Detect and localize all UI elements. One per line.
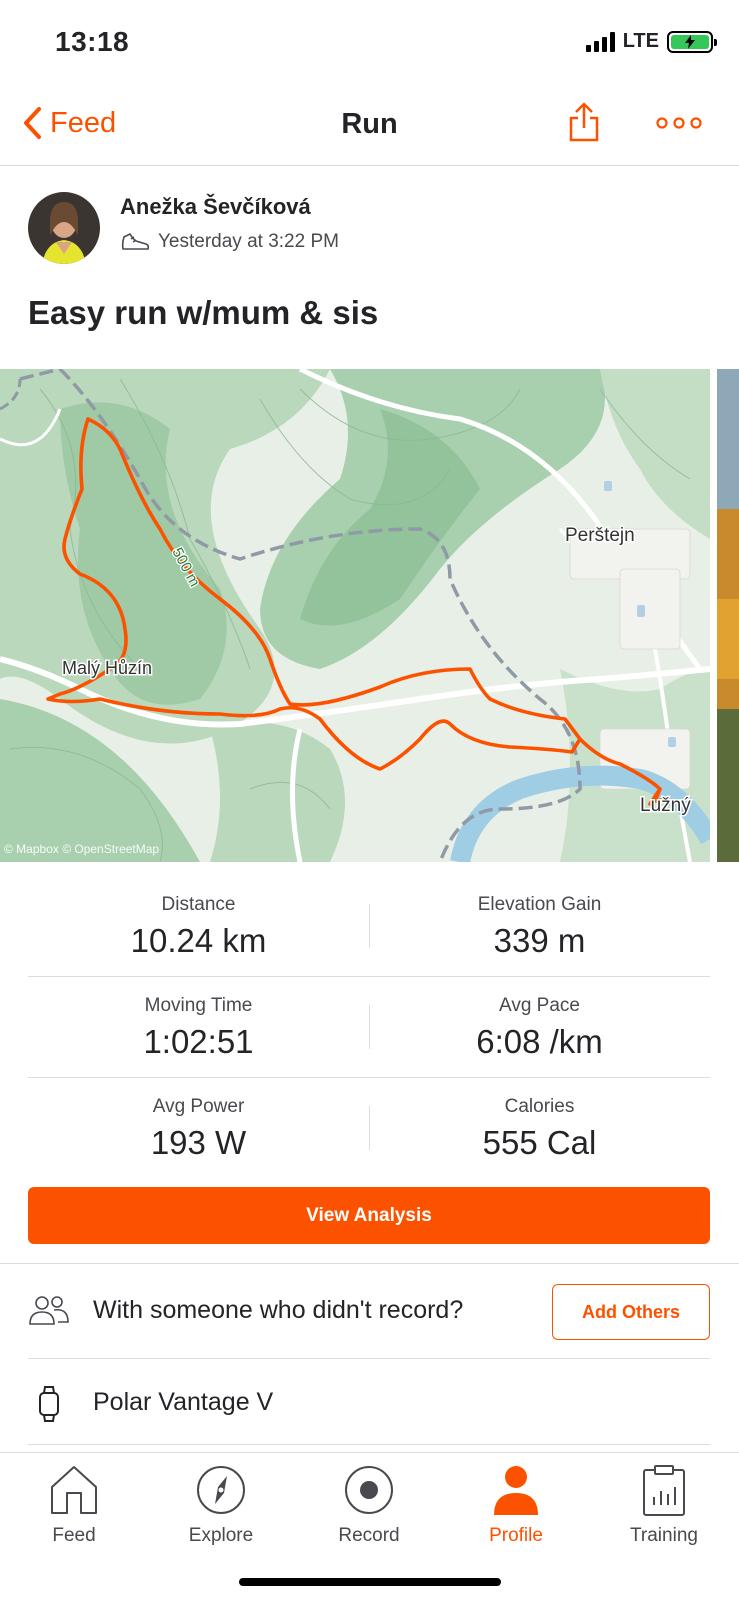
divider <box>28 1358 710 1359</box>
tab-label: Feed <box>52 1525 96 1546</box>
activity-title: Easy run w/mum & sis <box>28 294 379 331</box>
divider <box>28 1444 710 1445</box>
stat-label: Avg Power <box>152 1096 245 1117</box>
back-button[interactable]: Feed <box>22 106 116 140</box>
stat-avg-pace: Avg Pace 6:08 /km <box>369 977 710 1077</box>
stat-value: 6:08 /km <box>476 1023 603 1060</box>
athlete-header: Anežka Ševčíková Yesterday at 3:22 PM <box>28 190 708 270</box>
activity-meta: Yesterday at 3:22 PM <box>120 231 339 253</box>
stat-moving-time: Moving Time 1:02:51 <box>28 977 369 1077</box>
tab-record[interactable]: Record <box>295 1453 443 1563</box>
tab-training[interactable]: Training <box>590 1453 738 1563</box>
stat-value: 193 W <box>150 1124 247 1161</box>
photo-thumbnail[interactable] <box>717 369 739 862</box>
add-others-row: With someone who didn't record? Add Othe… <box>28 1262 710 1358</box>
share-icon <box>569 102 599 142</box>
compass-icon <box>197 1466 245 1514</box>
others-prompt: With someone who didn't record? <box>93 1296 464 1324</box>
record-icon <box>345 1466 393 1514</box>
group-icon <box>29 1296 69 1325</box>
more-icon <box>656 117 702 129</box>
home-indicator[interactable] <box>239 1578 501 1586</box>
map-attribution: © Mapbox © OpenStreetMap <box>4 842 159 856</box>
stat-label: Calories <box>504 1096 575 1117</box>
profile-icon <box>494 1466 538 1515</box>
athlete-name[interactable]: Anežka Ševčíková <box>120 194 311 220</box>
stat-value: 10.24 km <box>130 922 267 959</box>
activity-timestamp: Yesterday at 3:22 PM <box>158 231 339 252</box>
add-others-button[interactable]: Add Others <box>552 1284 710 1340</box>
stat-value: 1:02:51 <box>143 1023 254 1060</box>
status-indicators: LTE <box>585 30 717 53</box>
nav-bar: Feed Run <box>0 88 739 166</box>
status-bar: 13:18 LTE <box>0 0 739 88</box>
status-time: 13:18 <box>55 26 130 57</box>
avatar[interactable] <box>28 192 100 264</box>
battery-icon <box>667 30 717 53</box>
stat-row: Avg Power 193 W Calories 555 Cal <box>28 1078 710 1179</box>
stat-distance: Distance 10.24 km <box>28 876 369 976</box>
map-label-luzny: Lužný <box>640 795 691 816</box>
view-analysis-button[interactable]: View Analysis <box>28 1187 710 1244</box>
stat-label: Moving Time <box>144 995 253 1016</box>
stat-label: Elevation Gain <box>477 894 602 915</box>
network-label: LTE <box>622 30 659 52</box>
training-icon <box>643 1465 685 1516</box>
stat-label: Avg Pace <box>499 995 580 1016</box>
stat-row: Distance 10.24 km Elevation Gain 339 m <box>28 876 710 977</box>
tab-label: Explore <box>188 1525 254 1546</box>
map-label-maly-huzin: Malý Hůzín <box>62 658 152 678</box>
watch-icon <box>39 1386 59 1422</box>
stat-avg-power: Avg Power 193 W <box>28 1078 369 1179</box>
route-map[interactable]: Perštejn Malý Hůzín Lužný 500 m © Mapbox… <box>0 369 710 862</box>
shoe-icon <box>121 233 150 250</box>
map-label-perstejn: Perštejn <box>565 525 635 546</box>
back-label: Feed <box>50 106 117 139</box>
stats-grid: Distance 10.24 km Elevation Gain 339 m M… <box>28 876 710 1179</box>
chevron-left-icon <box>24 107 41 139</box>
home-icon <box>51 1466 97 1514</box>
stat-elevation-gain: Elevation Gain 339 m <box>369 876 710 976</box>
device-name: Polar Vantage V <box>93 1388 274 1416</box>
tab-profile[interactable]: Profile <box>442 1453 590 1563</box>
more-button[interactable] <box>655 110 703 136</box>
stat-value: 339 m <box>493 922 586 959</box>
stat-value: 555 Cal <box>482 1124 597 1161</box>
signal-icon <box>585 31 615 52</box>
tab-explore[interactable]: Explore <box>147 1453 295 1563</box>
tab-feed[interactable]: Feed <box>0 1453 148 1563</box>
share-button[interactable] <box>566 100 602 144</box>
stat-row: Moving Time 1:02:51 Avg Pace 6:08 /km <box>28 977 710 1078</box>
tab-label: Profile <box>489 1525 543 1546</box>
stat-calories: Calories 555 Cal <box>369 1078 710 1179</box>
tab-label: Record <box>338 1525 400 1546</box>
tab-label: Training <box>630 1525 698 1546</box>
stat-label: Distance <box>161 894 236 915</box>
device-row: Polar Vantage V <box>28 1360 710 1446</box>
